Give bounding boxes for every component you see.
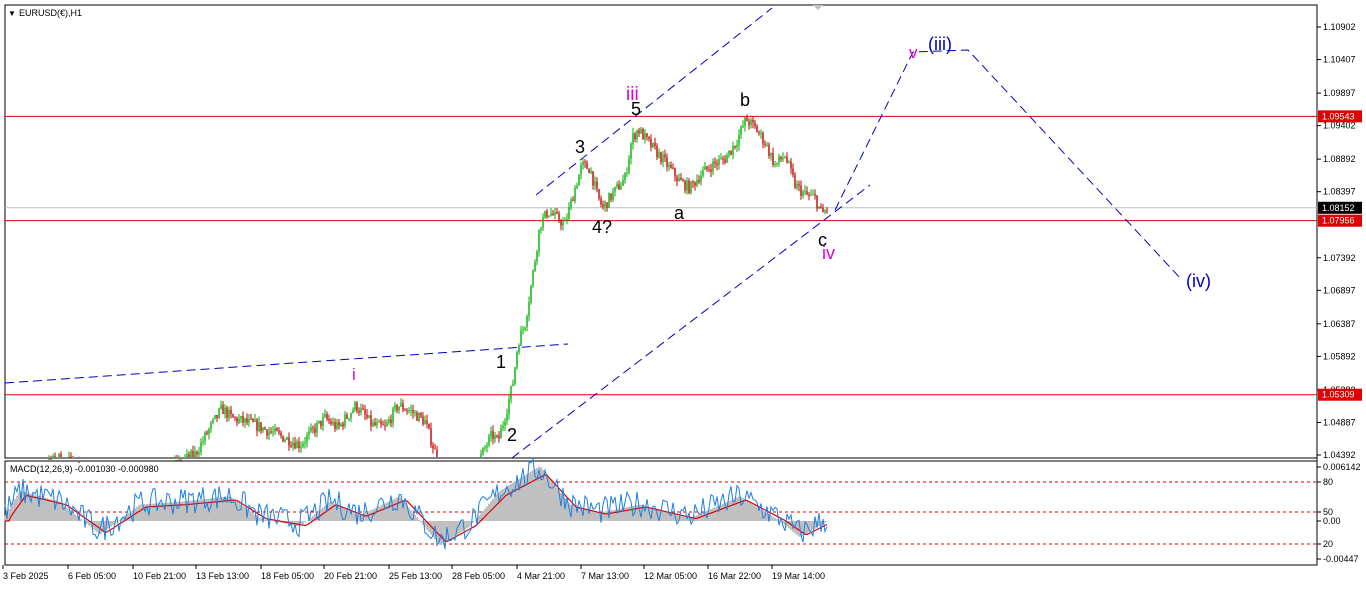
wave-label: 4? <box>592 217 612 237</box>
wave-label: 1 <box>496 352 506 372</box>
wave-label: (iii) <box>928 34 952 54</box>
time-tick-label: 18 Feb 05:00 <box>261 571 314 581</box>
time-tick-label: 20 Feb 21:00 <box>324 571 377 581</box>
wave-label: iv <box>822 243 835 263</box>
price-tick-label: 1.10407 <box>1323 55 1356 65</box>
time-axis: 3 Feb 2025 6 Feb 05:00 10 Feb 21:00 13 Feb … <box>2 565 825 581</box>
tag-value: 1.08152 <box>1322 203 1355 213</box>
level-price-tag: 1.05309 <box>1318 388 1362 401</box>
price-tick-label: 1.04392 <box>1323 450 1356 460</box>
wave-label: v <box>909 43 918 62</box>
price-tick-label: 1.04887 <box>1323 417 1356 427</box>
price-tick-label: 1.09897 <box>1323 88 1356 98</box>
tag-value: 1.09543 <box>1322 111 1355 121</box>
macd-tick-label: 20 <box>1323 539 1333 549</box>
time-tick-label: 10 Feb 21:00 <box>133 571 186 581</box>
price-tick-label: 1.08892 <box>1323 154 1356 164</box>
wave-label: i <box>352 365 356 384</box>
wave-label: 2 <box>507 425 517 445</box>
price-tick-label: 1.06897 <box>1323 285 1356 295</box>
macd-label: MACD(12,26,9) -0.001030 -0.000980 <box>10 464 159 474</box>
price-tick-label: 1.07392 <box>1323 253 1356 263</box>
time-tick-label: 3 Feb 2025 <box>3 571 49 581</box>
macd-tick-label: -0.00447 <box>1323 554 1359 564</box>
macd-tick-label: 0.00 <box>1323 516 1341 526</box>
chart-window: i 1 2 3 4? 5 iii a b c iv v (iii) (iv) 1.10902 1.10407… <box>0 0 1366 588</box>
time-tick-label: 4 Mar 21:00 <box>517 571 565 581</box>
time-tick-label: 6 Feb 05:00 <box>68 571 116 581</box>
chart-menu-arrow[interactable]: ▼ <box>8 9 16 18</box>
time-tick-label: 28 Feb 05:00 <box>452 571 505 581</box>
time-tick-label: 7 Mar 13:00 <box>581 571 629 581</box>
price-tick-label: 1.06387 <box>1323 319 1356 329</box>
wave-label: b <box>740 90 750 110</box>
tag-value: 1.05309 <box>1322 390 1355 400</box>
price-tick-label: 1.10902 <box>1323 22 1356 32</box>
chart-canvas[interactable]: i1234?5iiiabcivv (iii)(iv) 1.109021.10407… <box>0 0 1366 588</box>
price-panel[interactable] <box>4 4 1318 459</box>
wave-label: (iv) <box>1186 271 1211 291</box>
time-tick-label: 19 Mar 14:00 <box>772 571 825 581</box>
price-tick-label: 1.05892 <box>1323 351 1356 361</box>
level-price-tag: 1.07956 <box>1318 214 1362 227</box>
price-tick-label: 1.08397 <box>1323 187 1356 197</box>
time-tick-label: 25 Feb 13:00 <box>389 571 442 581</box>
tag-value: 1.07956 <box>1322 216 1355 226</box>
symbol-label: EURUSD(€),H1 <box>19 8 82 18</box>
time-tick-label: 16 Mar 22:00 <box>708 571 761 581</box>
time-tick-label: 12 Mar 05:00 <box>644 571 697 581</box>
macd-scale: 0.00614280500.0020-0.00447 <box>1317 462 1361 564</box>
time-tick-label: 13 Feb 13:00 <box>196 571 249 581</box>
macd-tick-label: 0.006142 <box>1323 462 1361 472</box>
wave-label: iii <box>626 84 639 105</box>
wave-label: 3 <box>575 137 585 157</box>
wave-label: a <box>674 203 685 223</box>
current-price-tag: 1.08152 <box>1318 201 1362 214</box>
macd-tick-label: 80 <box>1323 477 1333 487</box>
level-price-tag: 1.09543 <box>1318 110 1362 123</box>
